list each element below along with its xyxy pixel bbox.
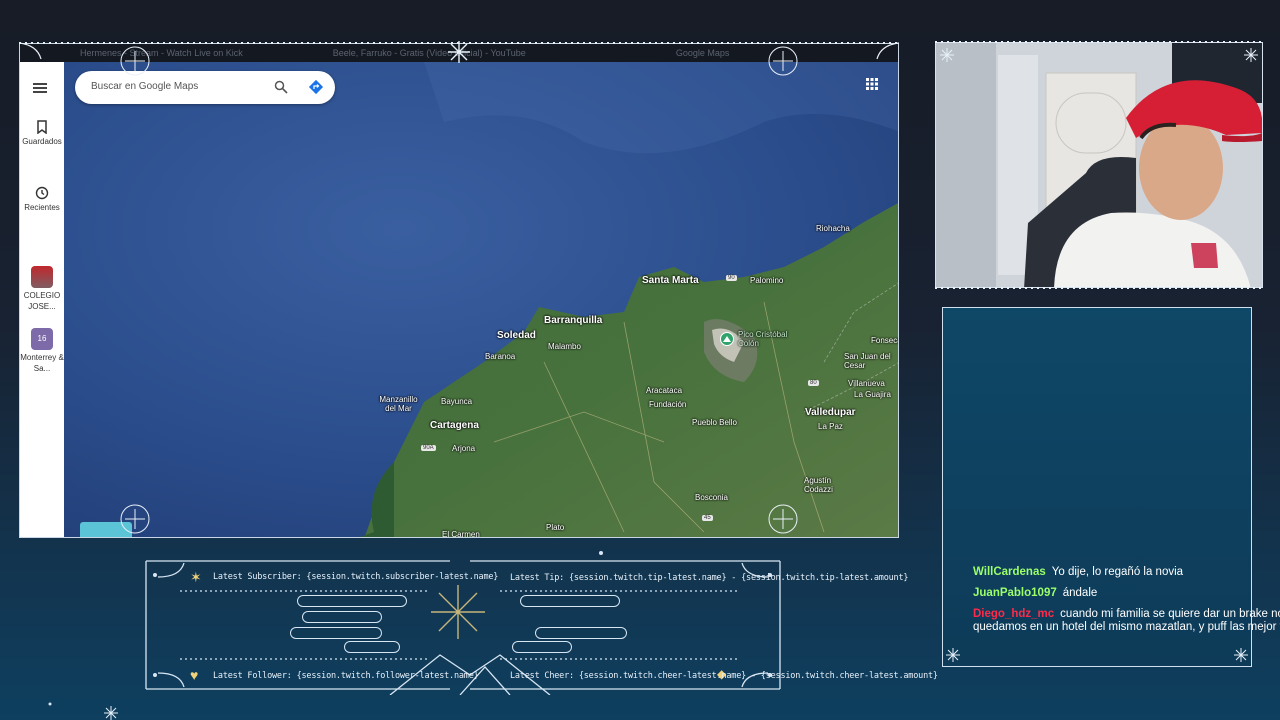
place-fundacion[interactable]: Fundación bbox=[649, 400, 686, 409]
panel-pill-decoration bbox=[297, 595, 407, 607]
star-icon: ✶ bbox=[190, 569, 202, 585]
chat-message: WillCardenas Yo dije, lo regañó la novia bbox=[973, 566, 1280, 579]
latest-tip-label: Latest Tip: {session.twitch.tip-latest.n… bbox=[510, 573, 909, 583]
place-cartagena[interactable]: Cartagena bbox=[430, 420, 479, 431]
sidebar-item-label: Recientes bbox=[24, 203, 60, 212]
chat-text: ándale bbox=[1062, 587, 1098, 599]
place-valledupar[interactable]: Valledupar bbox=[805, 407, 856, 418]
chat-text: Yo dije, lo regañó la novia bbox=[1051, 566, 1184, 578]
panel-pill-decoration bbox=[520, 595, 620, 607]
panel-pill-decoration bbox=[302, 611, 382, 623]
place-manzanillo-del-mar[interactable]: Manzanillo del Mar bbox=[376, 395, 421, 413]
place-la-guajira[interactable]: La Guajira bbox=[854, 390, 891, 399]
sidebar-item-label: COLEGIO JOSE... bbox=[23, 291, 61, 311]
menu-icon[interactable] bbox=[33, 83, 47, 93]
tab-kick[interactable]: Hermenes - Stream - Watch Live on Kick bbox=[80, 48, 243, 58]
place-san-juan-del-cesar[interactable]: San Juan del Cesar bbox=[844, 352, 898, 370]
place-la-paz[interactable]: La Paz bbox=[818, 422, 843, 431]
chat-username[interactable]: WillCardenas bbox=[973, 566, 1046, 578]
latest-events-panel: ✶ ♥ ◆ Latest Subscriber: {session.twitch… bbox=[140, 555, 938, 695]
sidebar-item-label: Monterrey & Sa... bbox=[20, 353, 64, 373]
highway-badge: 45 bbox=[702, 515, 713, 521]
place-arjona[interactable]: Arjona bbox=[452, 444, 475, 453]
sidebar-item-colegio[interactable]: COLEGIO JOSE... bbox=[20, 266, 64, 312]
school-thumbnail bbox=[31, 266, 53, 288]
place-riohacha[interactable]: Riohacha bbox=[816, 224, 850, 233]
place-malambo[interactable]: Malambo bbox=[548, 342, 581, 351]
browser-capture: Hermenes - Stream - Watch Live on Kick B… bbox=[19, 43, 899, 538]
tab-youtube[interactable]: Beele, Farruko - Gratis (Video Oficial) … bbox=[333, 48, 526, 58]
place-pico-cristobal-colon[interactable]: Pico Cristóbal Colón bbox=[738, 330, 810, 348]
satellite-map[interactable]: Riohacha Palomino Santa Marta Barranquil… bbox=[64, 62, 898, 537]
panel-pill-decoration bbox=[290, 627, 382, 639]
place-barranquilla[interactable]: Barranquilla bbox=[544, 315, 602, 326]
place-baranoa[interactable]: Baranoa bbox=[485, 352, 515, 361]
chat-message: Diego_hdz_mc cuando mi familia se quiere … bbox=[973, 608, 1280, 634]
maps-sidebar: Guardados Recientes COLEGIO JOSE... 16 M… bbox=[20, 62, 64, 537]
sidebar-item-label: Guardados bbox=[22, 137, 62, 146]
history-icon bbox=[35, 186, 49, 200]
place-pueblo-bello[interactable]: Pueblo Bello bbox=[692, 418, 737, 427]
place-villanueva[interactable]: Villanueva bbox=[848, 379, 885, 388]
latest-follower-label: Latest Follower: {session.twitch.followe… bbox=[213, 671, 479, 681]
highway-badge: 90A bbox=[421, 445, 436, 451]
highway-badge: 80 bbox=[808, 380, 819, 386]
heart-icon: ♥ bbox=[190, 667, 199, 683]
directions-icon[interactable] bbox=[308, 79, 324, 95]
streamer-camera-image bbox=[936, 43, 1262, 287]
browser-tab-bar: Hermenes - Stream - Watch Live on Kick B… bbox=[20, 44, 898, 62]
search-icon[interactable] bbox=[274, 80, 288, 94]
bookmark-icon bbox=[37, 120, 47, 134]
peak-marker-icon[interactable] bbox=[720, 332, 734, 346]
calendar-thumbnail: 16 bbox=[31, 328, 53, 350]
tab-google-maps[interactable]: Google Maps bbox=[676, 48, 730, 58]
webcam-feed bbox=[935, 42, 1263, 288]
place-bayunca[interactable]: Bayunca bbox=[441, 397, 472, 406]
sidebar-item-monterrey[interactable]: 16 Monterrey & Sa... bbox=[20, 328, 64, 374]
place-fonseca[interactable]: Fonseca bbox=[871, 336, 898, 345]
place-aracataca[interactable]: Aracataca bbox=[646, 386, 682, 395]
chat-message: JuanPablo1097 ándale bbox=[973, 587, 1280, 600]
place-soledad[interactable]: Soledad bbox=[497, 330, 536, 341]
layers-toggle[interactable] bbox=[80, 522, 132, 537]
chat-messages: WillCardenas Yo dije, lo regañó la novia … bbox=[973, 566, 1280, 642]
latest-cheer-label: Latest Cheer: {session.twitch.cheer-late… bbox=[510, 671, 938, 681]
panel-pill-decoration bbox=[512, 641, 572, 653]
place-santa-marta[interactable]: Santa Marta bbox=[642, 275, 699, 286]
sidebar-item-saved[interactable]: Guardados bbox=[20, 120, 64, 147]
map-terrain bbox=[64, 62, 898, 537]
place-agustin-codazzi[interactable]: Agustín Codazzi bbox=[804, 476, 838, 494]
apps-grid-icon[interactable] bbox=[866, 78, 878, 90]
sidebar-item-recent[interactable]: Recientes bbox=[20, 186, 64, 213]
panel-pill-decoration bbox=[535, 627, 627, 639]
place-palomino[interactable]: Palomino bbox=[750, 276, 783, 285]
latest-subscriber-label: Latest Subscriber: {session.twitch.subsc… bbox=[213, 572, 499, 582]
place-el-carmen[interactable]: El Carmen bbox=[442, 530, 480, 537]
panel-pill-decoration bbox=[344, 641, 400, 653]
chat-panel: WillCardenas Yo dije, lo regañó la novia … bbox=[942, 307, 1280, 667]
highway-badge: 90 bbox=[726, 275, 737, 281]
place-plato[interactable]: Plato bbox=[546, 523, 564, 532]
search-input[interactable]: Buscar en Google Maps bbox=[91, 81, 198, 92]
chat-username[interactable]: JuanPablo1097 bbox=[973, 587, 1057, 599]
maps-search-box[interactable]: Buscar en Google Maps bbox=[75, 71, 335, 104]
place-bosconia[interactable]: Bosconia bbox=[695, 493, 728, 502]
chat-username[interactable]: Diego_hdz_mc bbox=[973, 608, 1054, 620]
